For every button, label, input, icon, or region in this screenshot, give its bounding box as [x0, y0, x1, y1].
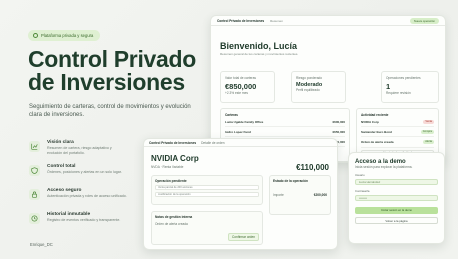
chart-icon	[29, 141, 40, 152]
author-credit: Enrique_DC	[30, 242, 53, 247]
order-detail-card: Control Privado de Inversiones Detalle d…	[143, 138, 338, 250]
asset-ticker: NVDA · Renta Variable	[151, 165, 184, 169]
security-badge: Plataforma privada y segura	[28, 30, 101, 41]
activity-name: Santander Euro Bond	[361, 129, 392, 134]
pending-operation-title: Operación pendiente	[155, 179, 187, 183]
asset-price: €110,000	[296, 163, 329, 172]
tab-order-detail[interactable]: Detalle de orden	[201, 141, 224, 145]
cartera-name: Lucía Ugalde Family Office	[225, 119, 264, 124]
operation-status-title: Estado de la operación	[273, 179, 308, 183]
asset-name: NVIDIA Corp	[151, 154, 199, 163]
feature-desc: Registro de eventos verificado y transpa…	[47, 218, 121, 222]
new-operation-button[interactable]: Nueva operación	[409, 17, 439, 24]
cartera-amount: €600,000	[332, 119, 345, 124]
status-badge: Alerta	[423, 139, 434, 145]
dashboard-greeting-sub: Resumen general de tus carteras y movimi…	[220, 52, 299, 56]
stat-sub: Perfil equilibrado	[296, 88, 320, 92]
confirm-order-button[interactable]: Confirmar orden	[227, 233, 259, 241]
back-button[interactable]: Volver a la página	[355, 217, 438, 224]
user-label: Usuario	[355, 173, 365, 177]
justification-field[interactable]: Justificación de la operación	[155, 192, 259, 197]
feature-desc: Autenticación privada y roles de acceso …	[47, 194, 127, 198]
login-subtitle: Inicia sesión para explorar la plataform…	[355, 165, 413, 169]
user-field[interactable]: Lucía Hernández	[355, 179, 438, 185]
dashboard-brand: Control Privado de Inversiones	[217, 18, 265, 23]
password-label: Contraseña	[355, 189, 370, 193]
notes-title: Notas de gestión interna	[155, 215, 193, 219]
activity-name: Orden de alerta creada	[361, 139, 394, 144]
cartera-name: Isidro Lopez Fund	[225, 129, 251, 134]
stat-value: 1	[386, 82, 391, 91]
operation-description-field[interactable]: Venta parcial de 200 acciones	[155, 185, 259, 190]
stat-pending: Operaciones pendientes 1 Requiere revisi…	[381, 71, 439, 103]
order-brand: Control Privado de Inversiones	[149, 140, 197, 145]
feature-desc: Resumen de cartera, riesgo adaptativo y …	[47, 146, 112, 155]
stat-label: Valor total de carteras	[225, 76, 256, 80]
status-badge: Compra	[420, 129, 434, 134]
shield-icon	[33, 33, 38, 38]
title-line-1: Control Privado	[28, 46, 197, 72]
list-item[interactable]: Santander Euro Bond Compra	[361, 127, 434, 138]
list-item[interactable]: Isidro Lopez Fund €650,000	[225, 127, 345, 137]
notes-panel: Notas de gestión interna Orden de alerta…	[151, 211, 263, 245]
status-badge: Venta	[423, 119, 434, 124]
password-field[interactable]: ••••••••	[355, 195, 438, 201]
dashboard-topbar: Control Privado de Inversiones Resumen N…	[211, 16, 445, 26]
stat-value: €850,000	[225, 82, 257, 91]
page-subtitle: Seguimiento de carteras, control de movi…	[29, 104, 191, 118]
activity-name: NVIDIA Corp	[361, 119, 379, 124]
login-card: Acceso a la demo Inicia sesión para expl…	[348, 152, 445, 244]
dashboard-greeting: Bienvenido, Lucía	[220, 41, 298, 51]
list-item[interactable]: Orden de alerta creada Alerta	[361, 137, 434, 148]
notes-text: Orden de alerta creada	[155, 222, 188, 226]
list-item[interactable]: Lucía Ugalde Family Office €600,000	[225, 117, 345, 127]
amount-label: Importe	[273, 193, 284, 197]
feature-desc: Órdenes, posiciones y alertas en un solo…	[47, 170, 122, 174]
amount-value: €200,000	[313, 193, 327, 197]
stat-label: Operaciones pendientes	[386, 76, 421, 80]
pending-operation-panel: Operación pendiente Venta parcial de 200…	[151, 175, 263, 205]
order-topbar: Control Privado de Inversiones Detalle d…	[144, 139, 337, 147]
stat-label: Riesgo ponderado	[296, 76, 323, 80]
cartera-amount: €650,000	[332, 129, 345, 134]
stat-risk: Riesgo ponderado Moderado Perfil equilib…	[291, 71, 346, 103]
tab-resumen[interactable]: Resumen	[270, 19, 283, 23]
list-item[interactable]: NVIDIA Corp Venta	[361, 117, 434, 128]
operation-status-panel: Estado de la operación Importe €200,000	[269, 175, 331, 215]
title-line-2: de Inversiones	[28, 69, 185, 95]
stat-sub: +2.3% este mes	[225, 91, 248, 95]
stat-total-value: Valor total de carteras €850,000 +2.3% e…	[220, 71, 275, 103]
page-title: Control Privado de Inversiones	[28, 48, 196, 94]
shield-icon	[29, 165, 40, 176]
history-icon	[29, 213, 40, 224]
login-button[interactable]: Iniciar sesión en la demo	[355, 207, 438, 214]
stat-sub: Requiere revisión	[386, 91, 411, 95]
lock-icon	[29, 189, 40, 200]
badge-label: Plataforma privada y segura	[41, 33, 94, 38]
